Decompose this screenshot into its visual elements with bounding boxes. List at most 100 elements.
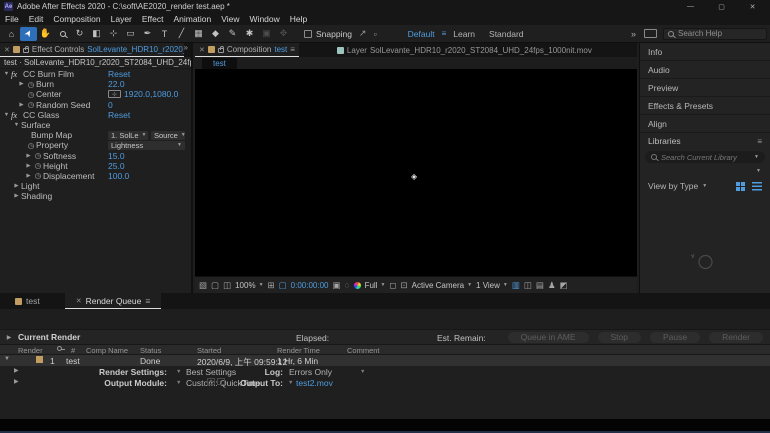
tab-layer[interactable]: Layer SolLevante_HDR10_r2020_ST2084_UHD_…: [333, 43, 596, 57]
pause-button[interactable]: Pause: [650, 332, 700, 343]
view-by-label[interactable]: View by Type: [648, 181, 698, 191]
prop-value[interactable]: 100.0: [108, 171, 129, 181]
twirl-icon[interactable]: ▼: [2, 71, 11, 77]
twirl-icon[interactable]: ▶: [17, 81, 26, 87]
view-layout-dropdown[interactable]: 1 View▼: [476, 281, 508, 290]
hand-tool-icon[interactable]: ✋: [37, 27, 54, 41]
zoom-tool-icon[interactable]: [54, 27, 71, 41]
label-color-swatch[interactable]: [36, 356, 43, 363]
workspace-learn[interactable]: Learn: [446, 29, 482, 39]
library-select-row[interactable]: ▼: [640, 164, 770, 177]
restore-icon[interactable]: ▢: [708, 3, 735, 11]
selection-tool-icon[interactable]: ➤: [20, 27, 37, 41]
prop-row-displacement[interactable]: ▶ ◷ Displacement 100.0: [0, 171, 191, 181]
tab-timeline-test[interactable]: test: [4, 293, 51, 309]
workspace-standard[interactable]: Standard: [482, 29, 531, 39]
menu-layer[interactable]: Layer: [106, 14, 137, 24]
shape-tool-icon[interactable]: ▭: [122, 27, 139, 41]
panel-preview[interactable]: Preview: [640, 79, 770, 97]
group-row-surface[interactable]: ▼ Surface: [0, 120, 191, 130]
twirl-icon[interactable]: ▶: [12, 193, 21, 199]
camera-tool-icon[interactable]: ◧: [88, 27, 105, 41]
render-button[interactable]: Render: [709, 332, 763, 343]
close-tab-icon[interactable]: ✕: [4, 46, 10, 54]
twirl-icon[interactable]: ▶: [12, 183, 21, 189]
output-file-link[interactable]: test2.mov: [296, 378, 333, 388]
chevron-down-icon[interactable]: ▼: [176, 369, 181, 375]
twirl-icon[interactable]: ▶: [14, 378, 19, 385]
twirl-icon[interactable]: ▶: [24, 173, 33, 179]
composition-viewport[interactable]: ◈: [195, 69, 637, 276]
reset-link[interactable]: Reset: [108, 110, 130, 120]
group-row-light[interactable]: ▶ Light: [0, 181, 191, 191]
prop-row-bump-map[interactable]: Bump Map 1. SolLe▼ Source▼: [0, 130, 191, 140]
title-action-safe-icon[interactable]: ▥: [512, 280, 520, 291]
anchor-point-icon[interactable]: ◈: [411, 172, 417, 181]
point-picker-icon[interactable]: ⊹: [108, 90, 121, 98]
close-icon[interactable]: ✕: [739, 3, 766, 11]
tab-render-queue[interactable]: ✕ Render Queue ≡: [65, 293, 162, 309]
home-tool-icon[interactable]: ⌂: [3, 27, 20, 41]
stopwatch-icon[interactable]: ◷: [26, 141, 36, 150]
chevron-down-icon[interactable]: ▼: [754, 154, 759, 160]
prop-row-softness[interactable]: ▶ ◷ Softness 15.0: [0, 151, 191, 161]
menu-edit[interactable]: Edit: [24, 14, 49, 24]
col-started[interactable]: Started: [197, 346, 221, 355]
close-tab-icon[interactable]: ✕: [199, 46, 205, 54]
pen-tool-icon[interactable]: ✒: [139, 27, 156, 41]
grid-options-icon[interactable]: ⊞: [268, 280, 275, 291]
more-workspaces-icon[interactable]: »: [631, 29, 636, 39]
current-time[interactable]: 0:00:00:00: [291, 281, 329, 290]
eraser-tool-icon[interactable]: ◆: [207, 27, 224, 41]
rotation-tool-icon[interactable]: ↻: [71, 27, 88, 41]
tab-menu-icon[interactable]: ≡: [145, 296, 150, 306]
twirl-icon[interactable]: ▼: [12, 122, 21, 128]
stopwatch-icon[interactable]: ◷: [26, 80, 36, 89]
menu-help[interactable]: Help: [285, 14, 312, 24]
chevron-down-icon[interactable]: ▼: [288, 380, 293, 386]
twirl-icon[interactable]: ▶: [0, 334, 18, 341]
tab-effect-controls[interactable]: ✕ Effect Controls SolLevante_HDR10_r2020…: [0, 43, 184, 57]
prop-row-property[interactable]: ◷ Property Lightness▼: [0, 140, 191, 150]
search-help-input[interactable]: Search Help: [663, 28, 767, 40]
minimize-icon[interactable]: —: [677, 3, 704, 10]
region-of-interest-icon[interactable]: ▫: [373, 29, 376, 39]
panel-info[interactable]: Info: [640, 43, 770, 61]
primary-viewer-icon[interactable]: ▢: [211, 280, 219, 291]
chevron-down-icon[interactable]: ▼: [176, 380, 181, 386]
property-dropdown[interactable]: Lightness▼: [108, 141, 185, 150]
prop-value[interactable]: 1920.0,1080.0: [124, 89, 178, 99]
expand-arrows-icon[interactable]: ↗: [359, 28, 367, 39]
col-render-time[interactable]: Render Time: [277, 346, 320, 355]
twirl-icon[interactable]: ▶: [14, 367, 19, 374]
menu-view[interactable]: View: [216, 14, 244, 24]
prop-value[interactable]: 0: [108, 100, 113, 110]
prop-value[interactable]: 15.0: [108, 151, 125, 161]
close-tab-icon[interactable]: ✕: [76, 297, 82, 305]
library-search-input[interactable]: Search Current Library ▼: [645, 151, 765, 163]
clone-stamp-tool-icon[interactable]: ▦: [190, 27, 207, 41]
menu-file[interactable]: File: [0, 14, 24, 24]
lock-icon[interactable]: [23, 48, 29, 53]
exposure-icon[interactable]: ◩: [560, 280, 568, 291]
menu-window[interactable]: Window: [245, 14, 285, 24]
twirl-icon[interactable]: ▶: [17, 102, 26, 108]
effect-row-cc-burn-film[interactable]: ▼ fx CC Burn Film Reset: [0, 69, 191, 79]
prop-value[interactable]: 25.0: [108, 161, 125, 171]
type-tool-icon[interactable]: T: [156, 27, 173, 41]
prop-row-center[interactable]: ◷ Center ⊹ 1920.0,1080.0: [0, 89, 191, 99]
tab-composition[interactable]: ✕ Composition test ≡: [195, 43, 299, 57]
twirl-icon[interactable]: ▼: [4, 356, 10, 362]
prop-row-random-seed[interactable]: ▶ ◷ Random Seed 0: [0, 100, 191, 110]
puppet-pin-tool-icon[interactable]: ✱: [241, 27, 258, 41]
twirl-icon[interactable]: ▶: [24, 163, 33, 169]
col-number[interactable]: #: [71, 346, 75, 355]
timeline-button-icon[interactable]: ▤: [536, 280, 544, 291]
mirror-viewer-icon[interactable]: ◫: [223, 280, 231, 291]
pixel-aspect-icon[interactable]: ◫: [524, 280, 532, 291]
queue-in-ame-button[interactable]: Queue in AME: [508, 332, 589, 343]
prop-value[interactable]: 22.0: [108, 79, 125, 89]
effect-row-cc-glass[interactable]: ▼ fx CC Glass Reset: [0, 110, 191, 120]
stopwatch-icon[interactable]: ◷: [33, 151, 43, 160]
hamburger-menu-icon[interactable]: ≡: [757, 137, 762, 146]
